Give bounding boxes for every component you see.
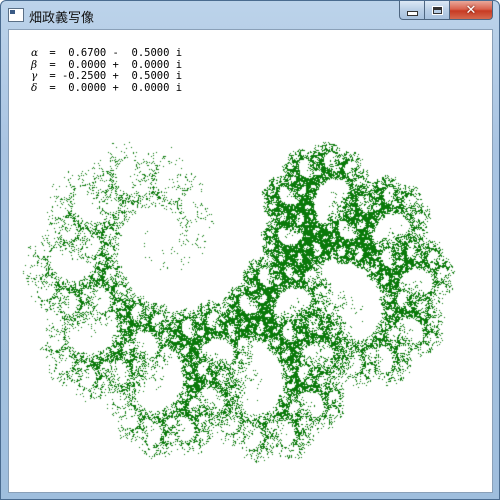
drawing-canvas-area: α = 0.6700 - 0.5000 i β = 0.0000 + 0.000… [8, 29, 493, 493]
app-window-icon[interactable] [8, 8, 24, 22]
param-symbol: α [31, 48, 43, 60]
param-value: = 0.6700 - 0.5000 i [43, 48, 182, 60]
param-gamma: γ = -0.2500 + 0.5000 i [31, 71, 182, 83]
param-delta: δ = 0.0000 + 0.0000 i [31, 83, 182, 95]
param-value: = 0.0000 + 0.0000 i [43, 83, 182, 95]
minimize-icon [407, 11, 418, 16]
maximize-button[interactable] [425, 1, 450, 20]
parameter-list: α = 0.6700 - 0.5000 i β = 0.0000 + 0.000… [31, 48, 182, 94]
close-button[interactable]: ✕ [450, 1, 493, 20]
minimize-button[interactable] [399, 1, 425, 20]
param-symbol: δ [31, 83, 43, 95]
title-bar[interactable]: 畑政義写像 ✕ [1, 1, 499, 29]
app-window: 畑政義写像 ✕ α = 0.6700 - 0.5000 i β = 0.0000… [0, 0, 500, 500]
close-icon: ✕ [466, 4, 477, 17]
window-title: 畑政義写像 [29, 7, 94, 26]
caption-buttons: ✕ [399, 1, 493, 21]
fractal-plot [9, 30, 492, 492]
maximize-icon [433, 7, 442, 14]
param-symbol: γ [31, 71, 43, 83]
param-value: = -0.2500 + 0.5000 i [43, 71, 182, 83]
param-alpha: α = 0.6700 - 0.5000 i [31, 48, 182, 60]
